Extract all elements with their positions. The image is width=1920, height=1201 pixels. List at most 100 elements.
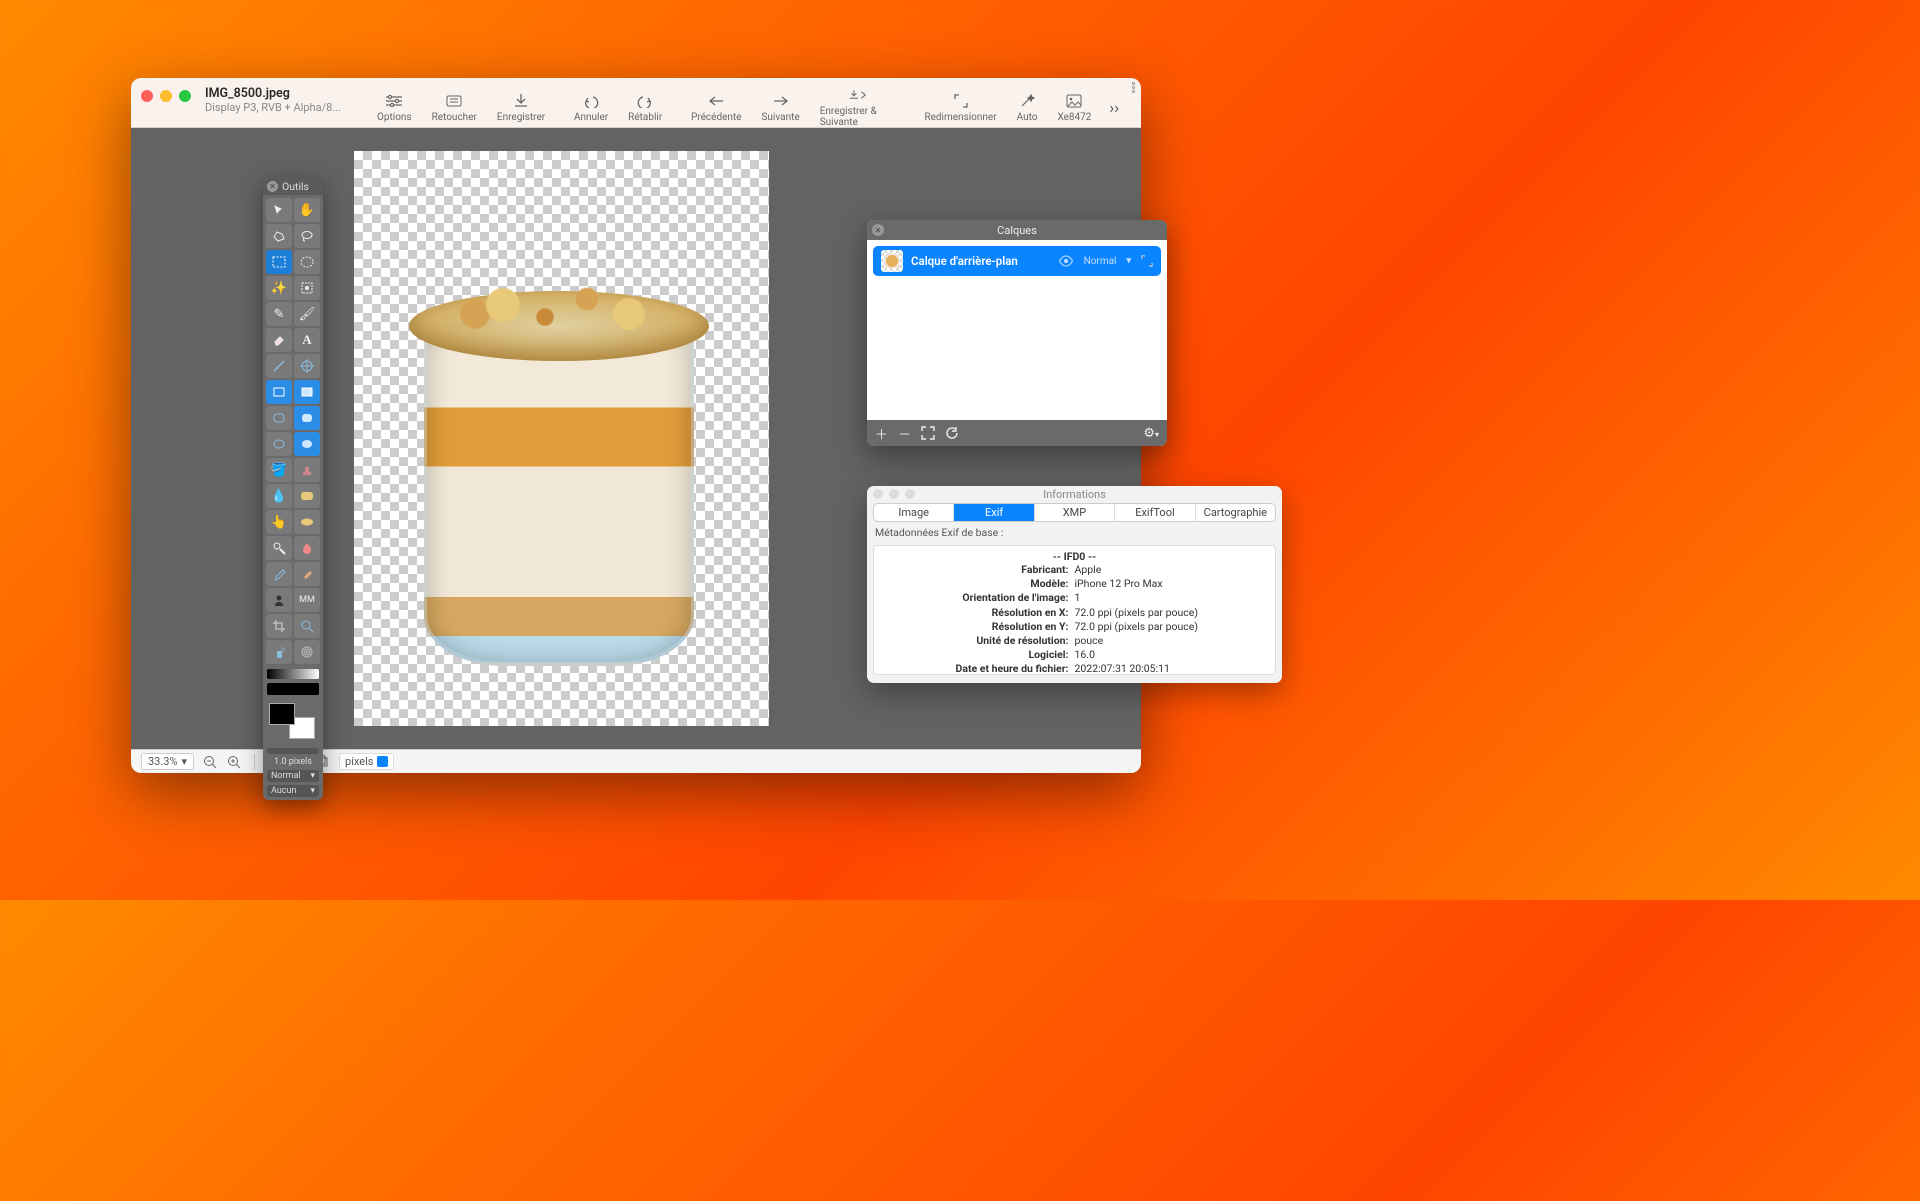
brush-size-slider[interactable] xyxy=(267,748,319,754)
zoom-out-button[interactable] xyxy=(202,754,218,770)
save-next-button[interactable]: Enregistrer & Suivante xyxy=(810,84,906,130)
smudge-tool[interactable]: 👆 xyxy=(266,510,292,534)
tab-exiftool[interactable]: ExifTool xyxy=(1115,504,1195,521)
rounded-rect-tool[interactable] xyxy=(266,406,292,430)
sharpen-tool[interactable] xyxy=(294,510,320,534)
stamp-tool[interactable] xyxy=(294,458,320,482)
previous-button[interactable]: Précédente xyxy=(681,90,751,125)
title-block: IMG_8500.jpeg Display P3, RVB + Alpha/8.… xyxy=(205,86,341,114)
filled-ellipse-tool[interactable] xyxy=(294,432,320,456)
toolbar-customize-handle[interactable] xyxy=(1132,82,1135,93)
tab-cartographie[interactable]: Cartographie xyxy=(1196,504,1275,521)
titlebar: IMG_8500.jpeg Display P3, RVB + Alpha/8.… xyxy=(131,78,1141,128)
layer-blend-label[interactable]: Normal xyxy=(1084,256,1117,267)
tab-xmp[interactable]: XMP xyxy=(1035,504,1115,521)
burn-tool[interactable] xyxy=(294,536,320,560)
layers-panel-header[interactable]: ✕ Calques xyxy=(867,220,1167,240)
brush-size-label: 1.0 pixels xyxy=(267,757,319,767)
info-panel[interactable]: Informations Image Exif XMP ExifTool Car… xyxy=(867,486,1282,683)
eyedropper-tool[interactable] xyxy=(266,562,292,586)
info-tabs: Image Exif XMP ExifTool Cartographie xyxy=(873,503,1276,522)
move-tool[interactable] xyxy=(266,198,292,222)
text-tool[interactable]: A xyxy=(294,328,320,352)
refresh-icon[interactable] xyxy=(945,426,959,440)
pattern-select[interactable]: Aucun▾ xyxy=(267,785,319,797)
zoom-tool[interactable] xyxy=(294,614,320,638)
resize-button[interactable]: Redimensionner xyxy=(914,90,1006,125)
tools-panel-title: Outils xyxy=(282,180,309,193)
options-button[interactable]: Options xyxy=(367,90,422,125)
save-button[interactable]: Enregistrer xyxy=(487,90,555,125)
close-window-button[interactable] xyxy=(141,90,153,102)
layer-name: Calque d'arrière-plan xyxy=(911,254,1018,268)
rectangle-shape-tool[interactable] xyxy=(266,380,292,404)
auto-button[interactable]: Auto xyxy=(1007,90,1048,125)
minimize-window-button[interactable] xyxy=(160,90,172,102)
expand-icon[interactable] xyxy=(1141,255,1153,267)
sponge-tool[interactable] xyxy=(294,484,320,508)
measure-tool[interactable]: MM xyxy=(294,588,320,612)
zoom-level-select[interactable]: 33.3% ▾ xyxy=(141,753,194,770)
eraser-tool[interactable] xyxy=(266,328,292,352)
close-icon[interactable]: ✕ xyxy=(267,181,278,192)
rectangular-marquee-tool[interactable] xyxy=(266,250,292,274)
zoom-in-button[interactable] xyxy=(226,754,242,770)
color-preview[interactable] xyxy=(267,683,319,695)
tools-panel[interactable]: ✕ Outils ✋ ✨ ✎ 🖌 A 🪣 💧 👆 MM xyxy=(263,177,323,800)
blend-mode-select[interactable]: Normal▾ xyxy=(267,770,319,782)
tools-panel-header[interactable]: ✕ Outils xyxy=(263,177,323,195)
bucket-tool[interactable]: 🪣 xyxy=(266,458,292,482)
retouch-button[interactable]: Retoucher xyxy=(422,90,487,125)
wand-icon xyxy=(1018,92,1036,110)
foreground-color-swatch[interactable] xyxy=(269,703,295,725)
zoom-window-button[interactable] xyxy=(179,90,191,102)
tab-image[interactable]: Image xyxy=(874,504,954,521)
brush-tool[interactable]: 🖌 xyxy=(294,302,320,326)
filled-rounded-rect-tool[interactable] xyxy=(294,406,320,430)
spray-tool[interactable] xyxy=(266,640,292,664)
close-window-button[interactable] xyxy=(873,489,883,499)
line-tool[interactable] xyxy=(266,354,292,378)
units-select[interactable]: pixels xyxy=(339,753,394,770)
layers-panel[interactable]: ✕ Calques Calque d'arrière-plan Normal ▾… xyxy=(867,220,1167,446)
zoom-window-button[interactable] xyxy=(905,489,915,499)
filled-rectangle-tool[interactable] xyxy=(294,380,320,404)
image-canvas[interactable] xyxy=(354,151,769,726)
chevron-down-icon[interactable]: ▾ xyxy=(1126,256,1131,266)
magic-wand-tool[interactable]: ✨ xyxy=(266,276,292,300)
fullscreen-icon[interactable] xyxy=(921,426,935,440)
gear-icon[interactable]: ⚙▾ xyxy=(1143,426,1159,441)
close-icon[interactable]: ✕ xyxy=(872,224,884,236)
silhouette-tool[interactable] xyxy=(266,588,292,612)
heal-tool[interactable] xyxy=(294,562,320,586)
polygonal-lasso-tool[interactable] xyxy=(266,224,292,248)
xe8472-button[interactable]: Xe8472 xyxy=(1047,90,1101,125)
dodge-tool[interactable] xyxy=(266,536,292,560)
minimize-window-button[interactable] xyxy=(889,489,899,499)
pencil-tool[interactable]: ✎ xyxy=(266,302,292,326)
quick-selection-tool[interactable] xyxy=(294,276,320,300)
tab-exif[interactable]: Exif xyxy=(954,504,1034,521)
ellipse-tool[interactable] xyxy=(266,432,292,456)
exif-body[interactable]: -- IFD0 -- Fabricant:Apple Modèle:iPhone… xyxy=(873,545,1276,675)
info-subheading: Métadonnées Exif de base : xyxy=(867,522,1282,541)
crop-tool[interactable] xyxy=(266,614,292,638)
elliptical-marquee-tool[interactable] xyxy=(294,250,320,274)
remove-layer-button[interactable]: － xyxy=(898,424,911,443)
lasso-tool[interactable] xyxy=(294,224,320,248)
toolbar-overflow-button[interactable]: ›› xyxy=(1101,94,1127,121)
layer-row-background[interactable]: Calque d'arrière-plan Normal ▾ xyxy=(873,246,1161,276)
next-button[interactable]: Suivante xyxy=(751,90,809,125)
save-next-icon xyxy=(849,86,867,104)
document-subtitle: Display P3, RVB + Alpha/8... xyxy=(205,101,341,114)
eye-icon[interactable] xyxy=(1058,255,1074,267)
gradient-preview[interactable] xyxy=(267,669,319,679)
add-layer-button[interactable]: ＋ xyxy=(875,424,888,443)
spiral-tool[interactable] xyxy=(294,640,320,664)
hand-tool[interactable]: ✋ xyxy=(294,198,320,222)
layers-list: Calque d'arrière-plan Normal ▾ xyxy=(867,240,1167,420)
crosshair-tool[interactable] xyxy=(294,354,320,378)
blur-tool[interactable]: 💧 xyxy=(266,484,292,508)
undo-button[interactable]: Annuler xyxy=(564,90,618,125)
redo-button[interactable]: Rétablir xyxy=(618,90,672,125)
